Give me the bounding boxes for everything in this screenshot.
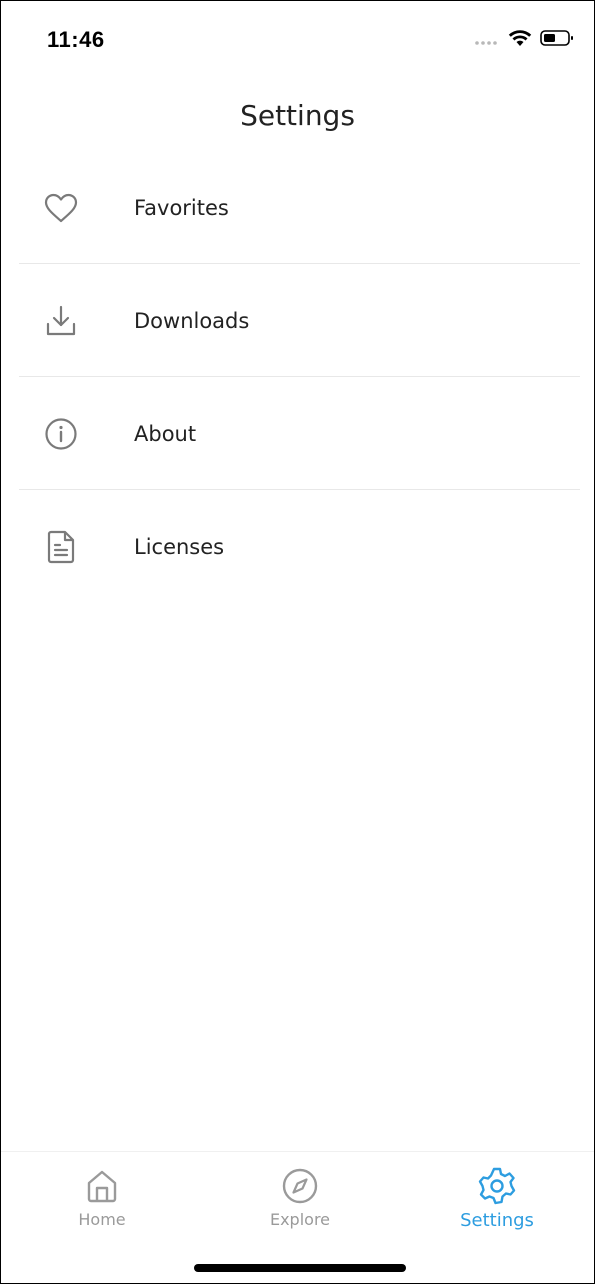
menu-item-favorites[interactable]: Favorites	[1, 151, 594, 264]
menu-item-label: Downloads	[134, 308, 250, 333]
menu-item-licenses[interactable]: Licenses	[1, 490, 594, 603]
home-icon	[82, 1166, 122, 1206]
menu-item-downloads[interactable]: Downloads	[1, 264, 594, 377]
page-title: Settings	[240, 99, 355, 132]
tab-home[interactable]: Home	[27, 1166, 177, 1236]
battery-icon	[540, 29, 574, 51]
wifi-icon	[508, 29, 532, 51]
home-indicator[interactable]	[194, 1264, 406, 1272]
download-icon	[43, 303, 79, 339]
tab-explore[interactable]: Explore	[225, 1166, 375, 1236]
signal-dots-icon	[474, 31, 500, 50]
tab-settings[interactable]: Settings	[422, 1166, 572, 1236]
status-time: 11:46	[47, 27, 105, 52]
settings-menu: Favorites Downloads About Licenses	[1, 151, 594, 603]
menu-item-label: Favorites	[134, 195, 229, 220]
status-icons	[474, 29, 574, 51]
gear-icon	[477, 1166, 517, 1206]
menu-item-about[interactable]: About	[1, 377, 594, 490]
document-icon	[43, 529, 79, 565]
settings-screen: 11:46 Settings Favorites Downloads About…	[0, 0, 595, 1284]
menu-item-label: About	[134, 421, 197, 446]
status-bar: 11:46	[1, 1, 594, 81]
menu-item-label: Licenses	[134, 534, 225, 559]
tab-label: Settings	[460, 1210, 534, 1231]
compass-icon	[280, 1166, 320, 1206]
tab-label: Explore	[269, 1210, 331, 1229]
info-icon	[43, 416, 79, 452]
tab-label: Home	[78, 1210, 126, 1229]
heart-icon	[43, 190, 79, 226]
